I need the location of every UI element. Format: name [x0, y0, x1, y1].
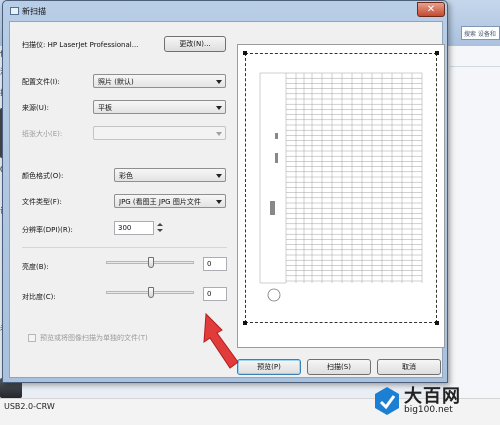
watermark: 大百网 big100.net	[374, 382, 494, 422]
selection-handle[interactable]	[435, 51, 439, 55]
separate-files-checkbox[interactable]	[28, 334, 36, 342]
source-label: 来源(U):	[22, 104, 49, 112]
watermark-logo-icon	[375, 387, 399, 415]
profile-value: 照片 (默认)	[98, 78, 134, 86]
separate-files-label: 预览或将图像扫描为单独的文件(T)	[40, 334, 148, 342]
brightness-label: 亮度(B):	[22, 263, 49, 271]
annotation-arrow-icon	[203, 312, 239, 369]
paper-size-label: 纸张大小(E):	[22, 130, 63, 138]
scanner-icon	[10, 7, 19, 15]
chevron-down-icon	[216, 80, 222, 84]
file-type-label: 文件类型(F):	[22, 198, 62, 206]
color-format-label: 颜色格式(O):	[22, 172, 64, 180]
scanner-label: 扫描仪: HP LaserJet Professional...	[22, 41, 139, 49]
color-format-value: 彩色	[119, 172, 133, 180]
chevron-down-icon	[216, 174, 222, 178]
status-device-name: USB2.0-CRW	[4, 402, 55, 411]
contrast-input[interactable]: 0	[203, 287, 227, 301]
selection-handle[interactable]	[435, 321, 439, 325]
scanned-form-preview	[252, 63, 430, 315]
spin-down-icon[interactable]	[157, 229, 163, 232]
color-format-select[interactable]: 彩色	[114, 168, 226, 182]
selection-handle[interactable]	[243, 51, 247, 55]
chevron-down-icon	[216, 106, 222, 110]
file-type-value: JPG (看图王 JPG 图片文件	[119, 198, 201, 206]
resolution-spinner[interactable]	[156, 221, 164, 235]
chevron-down-icon	[216, 200, 222, 204]
scan-preview-pane[interactable]	[237, 44, 445, 348]
source-select[interactable]: 平板	[93, 100, 226, 114]
divider	[22, 247, 227, 248]
brightness-input[interactable]: 0	[203, 257, 227, 271]
resolution-label: 分辨率(DPI)(R):	[22, 226, 73, 234]
explorer-divider	[450, 66, 500, 67]
spin-up-icon[interactable]	[157, 223, 163, 226]
resolution-input[interactable]: 300	[114, 221, 154, 235]
paper-size-select	[93, 126, 226, 140]
brightness-slider-thumb[interactable]	[148, 257, 154, 268]
explorer-search-input[interactable]: 搜索 设备和	[461, 26, 500, 40]
file-type-select[interactable]: JPG (看图王 JPG 图片文件	[114, 194, 226, 208]
profile-select[interactable]: 照片 (默认)	[93, 74, 226, 88]
profile-label: 配置文件(I):	[22, 78, 60, 86]
contrast-slider-thumb[interactable]	[148, 287, 154, 298]
cancel-button[interactable]: 取消	[377, 359, 441, 375]
dialog-title: 新扫描	[22, 7, 46, 16]
watermark-url: big100.net	[404, 405, 453, 415]
source-value: 平板	[98, 104, 112, 112]
close-button[interactable]: ✕	[417, 2, 445, 17]
chevron-down-icon	[216, 132, 222, 136]
explorer-content-pane	[450, 46, 500, 425]
scan-button[interactable]: 扫描(S)	[307, 359, 371, 375]
contrast-label: 对比度(C):	[22, 293, 56, 301]
change-scanner-button[interactable]: 更改(N)...	[164, 36, 226, 52]
